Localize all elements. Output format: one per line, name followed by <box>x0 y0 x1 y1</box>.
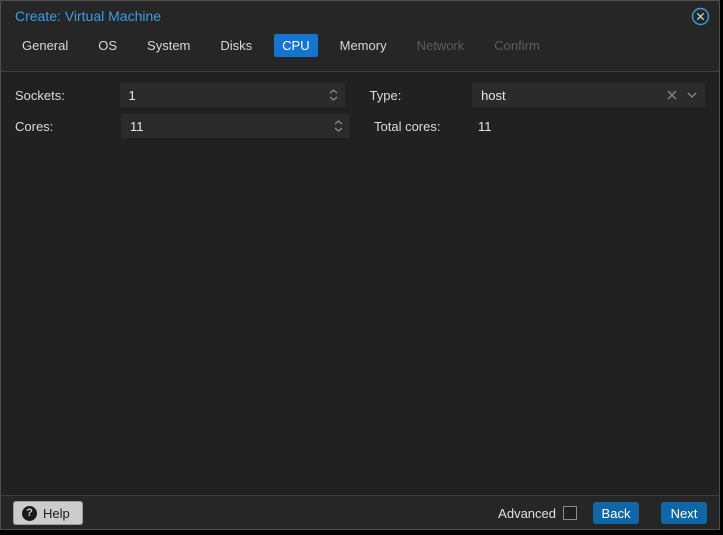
help-button[interactable]: ? Help <box>13 501 83 525</box>
form-row: Sockets: 1 Type: host <box>15 83 705 107</box>
cores-spinner[interactable]: 11 <box>121 114 349 138</box>
sockets-value: 1 <box>129 88 136 103</box>
total-cores-value: 11 <box>478 119 492 134</box>
spinner-up-icon[interactable] <box>334 120 343 125</box>
sockets-spinner-buttons[interactable] <box>323 83 345 107</box>
wizard-tabbar: General OS System Disks CPU Memory Netwo… <box>1 31 719 65</box>
tab-os[interactable]: OS <box>90 34 125 57</box>
type-combobox[interactable]: host <box>472 83 705 107</box>
advanced-checkbox[interactable] <box>563 506 577 520</box>
dropdown-icon[interactable] <box>687 92 697 98</box>
close-icon[interactable] <box>691 7 710 26</box>
dialog-footer: ? Help Advanced Back Next <box>1 497 719 529</box>
cpu-panel: Sockets: 1 Type: host <box>1 71 719 496</box>
create-vm-dialog: Create: Virtual Machine General OS Syste… <box>0 0 720 530</box>
cores-value: 11 <box>130 119 144 134</box>
dialog-title: Create: Virtual Machine <box>15 8 161 24</box>
spinner-down-icon[interactable] <box>329 96 338 101</box>
tab-cpu[interactable]: CPU <box>274 34 317 57</box>
tab-confirm: Confirm <box>486 34 548 57</box>
tab-disks[interactable]: Disks <box>212 34 260 57</box>
question-mark-circle-icon: ? <box>22 506 37 521</box>
cores-spinner-buttons[interactable] <box>327 114 349 138</box>
spinner-up-icon[interactable] <box>329 89 338 94</box>
next-button[interactable]: Next <box>661 502 707 524</box>
type-label: Type: <box>370 88 473 103</box>
form-row: Cores: 11 Total cores: 11 <box>15 114 705 138</box>
clear-icon[interactable] <box>667 90 677 100</box>
type-combobox-icons <box>667 83 705 107</box>
sockets-spinner[interactable]: 1 <box>120 83 345 107</box>
type-value: host <box>481 88 506 103</box>
tab-memory[interactable]: Memory <box>332 34 395 57</box>
sockets-label: Sockets: <box>15 88 120 103</box>
dialog-titlebar: Create: Virtual Machine <box>1 1 719 31</box>
total-cores-label: Total cores: <box>374 119 478 134</box>
tab-general[interactable]: General <box>14 34 76 57</box>
screen: Create: Virtual Machine General OS Syste… <box>0 0 723 535</box>
help-button-label: Help <box>43 506 70 521</box>
advanced-label: Advanced <box>498 506 556 521</box>
cores-label: Cores: <box>15 119 121 134</box>
tab-system[interactable]: System <box>139 34 198 57</box>
back-button[interactable]: Back <box>593 502 639 524</box>
tab-network: Network <box>409 34 473 57</box>
spinner-down-icon[interactable] <box>334 127 343 132</box>
